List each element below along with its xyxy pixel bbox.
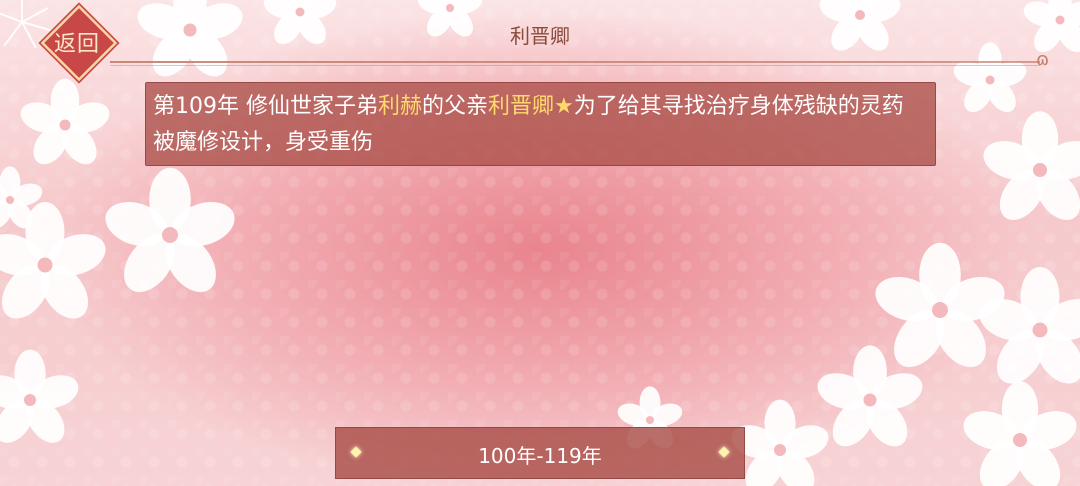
header-divider — [110, 61, 1040, 66]
event-name-lijinqing[interactable]: 利晋卿 — [488, 94, 554, 119]
event-name-lihe[interactable]: 利赫 — [378, 94, 422, 119]
event-text: 第109年 修仙世家子弟利赫的父亲利晋卿★为了给其寻找治疗身体残缺的灵药被魔修设… — [153, 89, 923, 161]
star-icon: ★ — [554, 94, 574, 119]
event-text-part2: 的父亲 — [422, 94, 489, 119]
range-right-ornament — [704, 428, 744, 478]
back-button[interactable]: 返回 — [40, 4, 118, 82]
back-button-label: 返回 — [53, 32, 100, 57]
divider-ornament-icon: ɷ — [1036, 49, 1050, 70]
event-text-part1: 第109年 修仙世家子弟 — [153, 94, 378, 119]
event-card: 第109年 修仙世家子弟利赫的父亲利晋卿★为了给其寻找治疗身体残缺的灵药被魔修设… — [145, 82, 936, 166]
year-range-label: 100年-119年 — [478, 444, 602, 468]
diamond-right-icon — [718, 446, 730, 458]
screen: ɷ 返回 利晋卿 第109年 修仙世家子弟利赫的父亲利晋卿★为了给其寻找治疗身体… — [0, 0, 1080, 486]
year-range-selector[interactable]: 100年-119年 — [335, 427, 745, 479]
page-title: 利晋卿 — [510, 24, 570, 48]
lace-background — [0, 0, 1080, 486]
